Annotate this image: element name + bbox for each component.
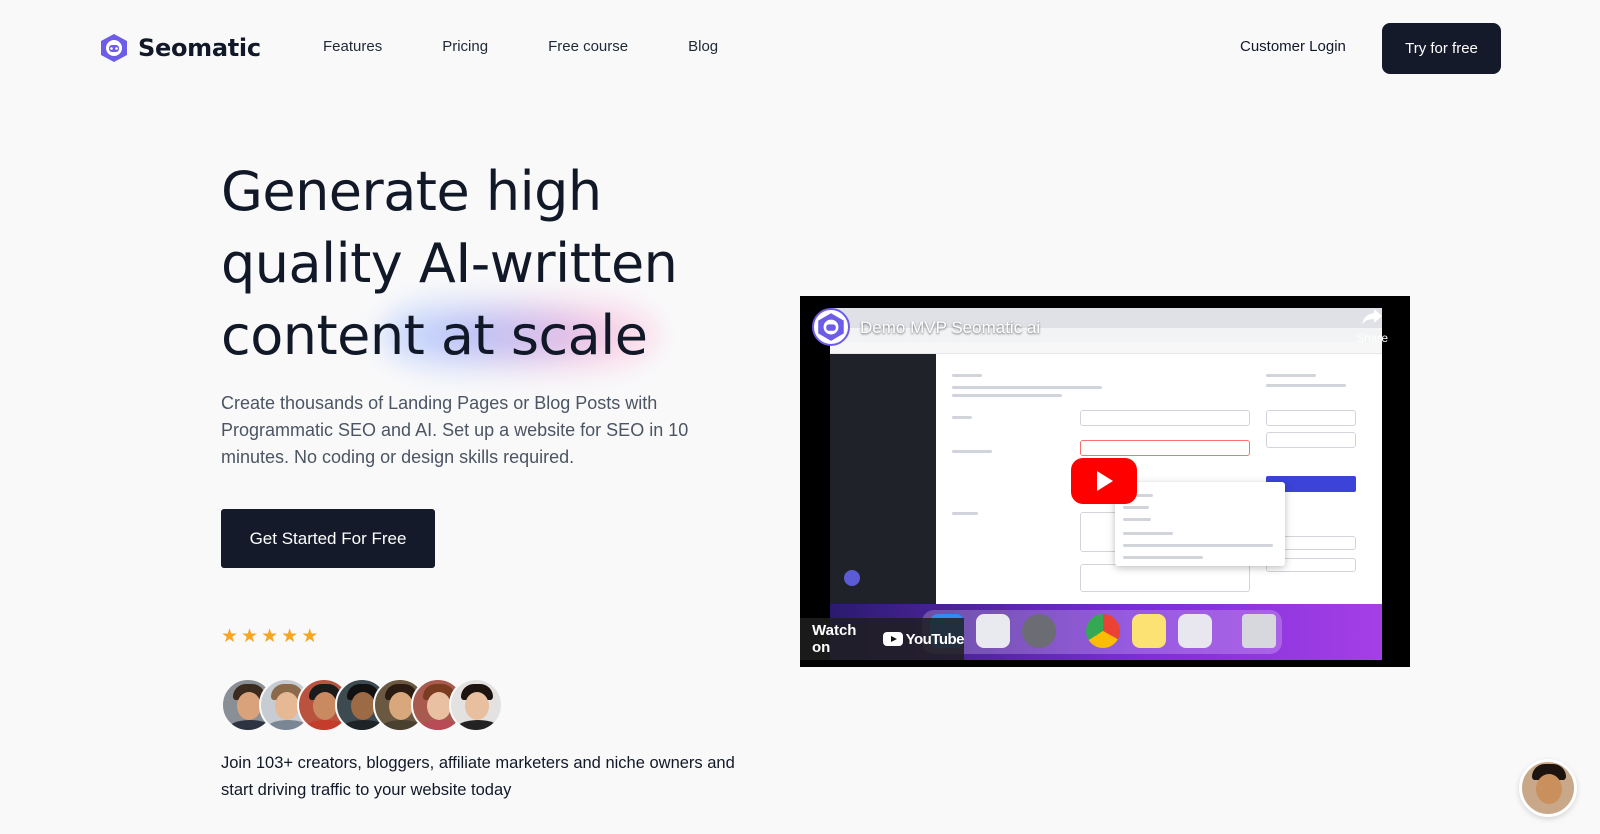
watch-on-youtube-button[interactable]: Watch on YouTube bbox=[800, 618, 965, 660]
thumbnail-dropdown bbox=[1115, 482, 1285, 566]
thumbnail-field bbox=[1266, 410, 1356, 426]
nav-link-free-course[interactable]: Free course bbox=[548, 38, 628, 55]
nav-link-pricing[interactable]: Pricing bbox=[442, 38, 488, 55]
chat-avatar-face bbox=[1536, 774, 1562, 804]
thumbnail-field bbox=[1080, 410, 1250, 426]
robot-icon bbox=[101, 34, 127, 62]
watch-on-label: Watch on bbox=[812, 622, 857, 656]
thumbnail-field bbox=[1080, 564, 1250, 592]
hero-subtitle: Create thousands of Landing Pages or Blo… bbox=[221, 393, 689, 467]
star-icon: ★ bbox=[221, 626, 239, 647]
thumbnail-line bbox=[952, 394, 1062, 397]
nav-link-blog[interactable]: Blog bbox=[688, 38, 718, 55]
thumbnail-dot bbox=[844, 570, 860, 586]
thumbnail-line bbox=[952, 512, 978, 515]
robot-icon bbox=[818, 313, 844, 341]
star-rating: ★ ★ ★ ★ ★ bbox=[221, 627, 318, 647]
avatar bbox=[449, 678, 503, 732]
thumbnail-line bbox=[952, 374, 982, 377]
thumbnail-line bbox=[1123, 518, 1151, 521]
youtube-video-embed[interactable]: Demo MVP Seomatic ai Share Watch on YouT… bbox=[800, 296, 1410, 667]
thumbnail-bookmarks bbox=[830, 342, 1382, 354]
settings-icon bbox=[1022, 614, 1056, 648]
thumbnail-field bbox=[1266, 432, 1356, 448]
thumbnail-line bbox=[952, 450, 992, 453]
get-started-button[interactable]: Get Started For Free bbox=[221, 509, 435, 568]
thumbnail-line bbox=[1123, 532, 1173, 535]
brand-name: Seomatic bbox=[138, 34, 261, 62]
star-icon: ★ bbox=[301, 626, 319, 647]
nav-links: Features Pricing Free course Blog bbox=[323, 38, 778, 55]
thumbnail-line bbox=[1123, 544, 1273, 547]
play-icon bbox=[1097, 471, 1113, 491]
photos-icon bbox=[1178, 614, 1212, 648]
youtube-icon bbox=[882, 632, 903, 646]
notes-icon bbox=[1132, 614, 1166, 648]
chrome-icon bbox=[1086, 614, 1120, 648]
thumbnail-field bbox=[1080, 440, 1250, 456]
thumbnail-line bbox=[1123, 506, 1149, 509]
chat-widget-button[interactable] bbox=[1519, 759, 1577, 817]
top-nav: Seomatic Features Pricing Free course Bl… bbox=[0, 0, 1600, 96]
trash-icon bbox=[1242, 614, 1276, 648]
hero-title: Generate high quality AI-written content… bbox=[221, 160, 678, 367]
star-icon: ★ bbox=[241, 626, 259, 647]
share-arrow-icon bbox=[1362, 309, 1382, 325]
try-for-free-button[interactable]: Try for free bbox=[1382, 23, 1501, 74]
thumbnail-sidebar bbox=[830, 354, 936, 604]
star-icon: ★ bbox=[261, 626, 279, 647]
youtube-wordmark: YouTube bbox=[905, 630, 965, 648]
customer-login-link[interactable]: Customer Login bbox=[1240, 38, 1346, 55]
thumbnail-line bbox=[1266, 384, 1346, 387]
brand-logo[interactable]: Seomatic bbox=[98, 32, 261, 64]
nav-link-features[interactable]: Features bbox=[323, 38, 382, 55]
share-button[interactable]: Share bbox=[1352, 308, 1392, 345]
thumbnail-line bbox=[952, 416, 972, 419]
youtube-logo: YouTube bbox=[882, 630, 965, 648]
thumbnail-line bbox=[1266, 374, 1316, 377]
channel-avatar[interactable] bbox=[812, 308, 850, 346]
thumbnail-line bbox=[952, 386, 1102, 389]
play-button[interactable] bbox=[1071, 458, 1137, 504]
video-title[interactable]: Demo MVP Seomatic ai bbox=[860, 318, 1040, 338]
thumbnail-line bbox=[1123, 556, 1203, 559]
customer-avatars bbox=[221, 678, 503, 732]
launchpad-icon bbox=[976, 614, 1010, 648]
social-proof-text: Join 103+ creators, bloggers, affiliate … bbox=[221, 754, 735, 799]
star-icon: ★ bbox=[281, 626, 299, 647]
share-label: Share bbox=[1355, 331, 1389, 345]
